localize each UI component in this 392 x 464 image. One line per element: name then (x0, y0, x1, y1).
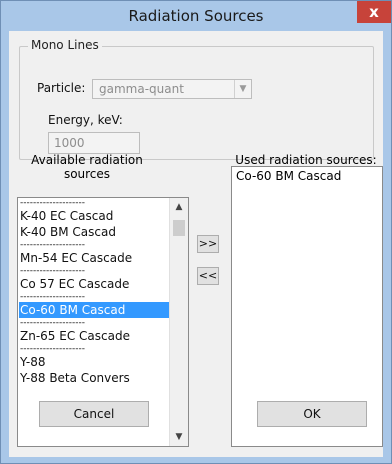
list-scrollbar[interactable]: ▲ ▼ (169, 198, 188, 446)
mono-lines-group: Mono Lines Particle: gamma-quant ▼ Energ… (19, 38, 374, 160)
chevron-up-icon[interactable]: ▲ (170, 198, 188, 216)
available-sources-label: Available radiation sources (31, 153, 143, 181)
list-item[interactable]: Zn-65 EC Cascade (20, 328, 130, 344)
list-item[interactable]: -------------------- (20, 240, 85, 250)
ok-button[interactable]: OK (257, 401, 367, 427)
mono-lines-legend: Mono Lines (28, 38, 102, 52)
list-item[interactable]: K-40 EC Cascad (20, 208, 113, 224)
dropdown-arrow-icon[interactable]: ▼ (234, 80, 251, 98)
list-item[interactable]: -------------------- (20, 292, 85, 302)
remove-source-button[interactable]: << (197, 267, 219, 285)
cancel-button[interactable]: Cancel (39, 401, 149, 427)
list-item[interactable]: Y-88 (20, 354, 46, 370)
add-source-button[interactable]: >> (197, 235, 219, 253)
list-item[interactable]: Co-60 BM Cascad (236, 169, 341, 183)
energy-label: Energy, keV: (48, 113, 123, 127)
list-item[interactable]: Mn-54 EC Cascade (20, 250, 132, 266)
list-item[interactable]: -------------------- (20, 318, 85, 328)
particle-value: gamma-quant (99, 82, 184, 96)
list-item[interactable]: -------------------- (20, 344, 85, 354)
scrollbar-thumb[interactable] (173, 220, 185, 236)
list-item[interactable]: -------------------- (20, 266, 85, 276)
list-item[interactable]: Co 57 EC Cascade (20, 276, 129, 292)
title-bar[interactable]: Radiation Sources x (1, 1, 391, 31)
used-sources-label: Used radiation sources: (235, 153, 377, 167)
energy-value: 1000 (54, 136, 85, 150)
dialog-body: Mono Lines Particle: gamma-quant ▼ Energ… (9, 31, 383, 457)
list-item[interactable]: K-40 BM Cascad (20, 224, 116, 240)
list-item[interactable]: -------------------- (20, 198, 85, 208)
radiation-sources-dialog: Radiation Sources x Mono Lines Particle:… (0, 0, 392, 464)
particle-dropdown[interactable]: gamma-quant ▼ (92, 79, 252, 99)
list-item[interactable]: Y-88 Beta Convers (20, 370, 130, 386)
list-item[interactable]: Co-60 BM Cascad (19, 302, 171, 318)
particle-label: Particle: (37, 81, 86, 95)
window-title: Radiation Sources (128, 7, 264, 25)
close-button[interactable]: x (357, 1, 391, 23)
energy-input[interactable]: 1000 (48, 132, 140, 154)
chevron-down-icon[interactable]: ▼ (170, 428, 188, 446)
